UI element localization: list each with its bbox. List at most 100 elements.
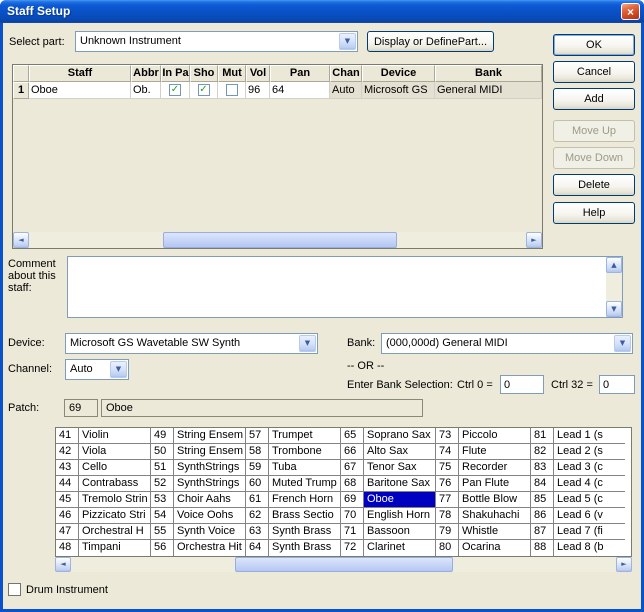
patch-cell-number[interactable]: 72 <box>341 540 364 556</box>
patch-cell-name[interactable]: SynthStrings <box>174 476 245 491</box>
staff-row[interactable]: 1 Oboe Ob. ✓ ✓ 96 64 Auto Microsoft GS G… <box>13 82 542 99</box>
column-header-mute[interactable]: Mut <box>218 65 246 82</box>
patch-cell[interactable]: 63Synth Brass <box>246 524 340 540</box>
patch-cell[interactable]: 65Soprano Sax <box>341 428 435 444</box>
drum-instrument-checkbox[interactable] <box>8 583 21 596</box>
patch-cell-number[interactable]: 65 <box>341 428 364 443</box>
staff-name-cell[interactable]: Oboe <box>29 82 131 99</box>
patch-cell-name[interactable]: Cello <box>79 460 150 475</box>
patch-cell[interactable]: 75Recorder <box>436 460 530 476</box>
patch-cell[interactable]: 78Shakuhachi <box>436 508 530 524</box>
patch-cell-name[interactable]: Orchestra Hit <box>174 540 245 556</box>
patch-cell[interactable]: 50String Ensem <box>151 444 245 460</box>
patch-cell[interactable]: 86Lead 6 (v <box>531 508 625 524</box>
device-cell[interactable]: Microsoft GS <box>362 82 435 99</box>
patch-cell-number[interactable]: 49 <box>151 428 174 443</box>
patch-cell-name[interactable]: Synth Brass <box>269 524 340 539</box>
patch-cell-name[interactable]: French Horn <box>269 492 340 507</box>
patch-cell-name[interactable]: Lead 7 (fi <box>554 524 625 539</box>
patch-cell[interactable]: 59Tuba <box>246 460 340 476</box>
help-button[interactable]: Help <box>553 202 635 224</box>
channel-cell[interactable]: Auto <box>330 82 362 99</box>
patch-cell-number[interactable]: 56 <box>151 540 174 556</box>
patch-cell-number[interactable]: 62 <box>246 508 269 523</box>
patch-cell[interactable]: 51SynthStrings <box>151 460 245 476</box>
show-checkbox[interactable]: ✓ <box>198 84 210 96</box>
patch-cell-number[interactable]: 75 <box>436 460 459 475</box>
patch-cell[interactable]: 64Synth Brass <box>246 540 340 556</box>
titlebar[interactable]: Staff Setup × <box>0 0 644 23</box>
patch-cell[interactable]: 69Oboe <box>341 492 435 508</box>
patch-cell-number[interactable]: 44 <box>56 476 79 491</box>
comment-vscrollbar[interactable]: ▲ ▼ <box>606 257 622 317</box>
patch-cell[interactable]: 62Brass Sectio <box>246 508 340 524</box>
column-header-bank[interactable]: Bank <box>435 65 542 82</box>
patch-cell-number[interactable]: 59 <box>246 460 269 475</box>
pan-cell[interactable]: 64 <box>270 82 330 99</box>
scroll-thumb[interactable] <box>235 557 453 572</box>
patch-cell-name[interactable]: Violin <box>79 428 150 443</box>
patch-cell-name[interactable]: English Horn <box>364 508 435 523</box>
cancel-button[interactable]: Cancel <box>553 61 635 83</box>
channel-combo[interactable]: Auto ▼ <box>65 359 129 380</box>
patch-cell[interactable]: 56Orchestra Hit <box>151 540 245 556</box>
patch-cell[interactable]: 68Baritone Sax <box>341 476 435 492</box>
patch-cell[interactable]: 80Ocarina <box>436 540 530 556</box>
patch-cell-number[interactable]: 64 <box>246 540 269 556</box>
patch-cell-name[interactable]: String Ensem <box>174 428 245 443</box>
select-part-dropdown-button[interactable]: ▼ <box>339 33 356 50</box>
patch-cell[interactable]: 61French Horn <box>246 492 340 508</box>
patch-cell-number[interactable]: 66 <box>341 444 364 459</box>
column-header-device[interactable]: Device <box>362 65 435 82</box>
patch-cell-number[interactable]: 48 <box>56 540 79 556</box>
scroll-thumb[interactable] <box>163 232 397 248</box>
scroll-down-button[interactable]: ▼ <box>606 301 622 317</box>
patch-cell-name[interactable]: Lead 5 (c <box>554 492 625 507</box>
patch-cell-number[interactable]: 70 <box>341 508 364 523</box>
patch-cell-number[interactable]: 80 <box>436 540 459 556</box>
patch-cell-name[interactable]: Tremolo Strin <box>79 492 150 507</box>
column-header-inpart[interactable]: In Pa <box>161 65 190 82</box>
patch-cell-name[interactable]: Alto Sax <box>364 444 435 459</box>
patch-cell-number[interactable]: 81 <box>531 428 554 443</box>
patch-cell-number[interactable]: 71 <box>341 524 364 539</box>
column-header[interactable] <box>13 65 29 82</box>
patch-cell-name[interactable]: SynthStrings <box>174 460 245 475</box>
patch-cell-name[interactable]: Trombone <box>269 444 340 459</box>
patch-cell-number[interactable]: 47 <box>56 524 79 539</box>
patch-cell-number[interactable]: 45 <box>56 492 79 507</box>
patch-cell[interactable]: 48Timpani <box>56 540 150 556</box>
patch-cell[interactable]: 85Lead 5 (c <box>531 492 625 508</box>
patch-cell[interactable]: 81Lead 1 (s <box>531 428 625 444</box>
patch-cell-number[interactable]: 42 <box>56 444 79 459</box>
patch-cell-name[interactable]: Trumpet <box>269 428 340 443</box>
patch-cell[interactable]: 43Cello <box>56 460 150 476</box>
patch-cell[interactable]: 55Synth Voice <box>151 524 245 540</box>
patch-cell-name[interactable]: Pan Flute <box>459 476 530 491</box>
comment-textarea[interactable]: ▲ ▼ <box>67 256 623 318</box>
patch-cell-number[interactable]: 74 <box>436 444 459 459</box>
patch-cell-number[interactable]: 79 <box>436 524 459 539</box>
patch-cell-number[interactable]: 73 <box>436 428 459 443</box>
column-header-chan[interactable]: Chan <box>330 65 362 82</box>
patch-cell-name[interactable]: Synth Voice <box>174 524 245 539</box>
channel-dropdown-button[interactable]: ▼ <box>110 361 127 378</box>
patch-cell-name[interactable]: Lead 1 (s <box>554 428 625 443</box>
select-part-combo[interactable]: Unknown Instrument ▼ <box>75 31 358 52</box>
ok-button[interactable]: OK <box>553 34 635 56</box>
patch-cell-number[interactable]: 58 <box>246 444 269 459</box>
patch-cell-name[interactable]: Muted Trump <box>269 476 340 491</box>
bank-combo[interactable]: (000,000d) General MIDI ▼ <box>381 333 633 354</box>
patch-cell-number[interactable]: 78 <box>436 508 459 523</box>
delete-button[interactable]: Delete <box>553 174 635 196</box>
patch-cell-number[interactable]: 52 <box>151 476 174 491</box>
scroll-right-button[interactable]: ► <box>616 557 632 572</box>
patch-cell[interactable]: 74Flute <box>436 444 530 460</box>
patch-cell[interactable]: 83Lead 3 (c <box>531 460 625 476</box>
patch-cell-number[interactable]: 60 <box>246 476 269 491</box>
patch-cell[interactable]: 73Piccolo <box>436 428 530 444</box>
ctrl32-input[interactable] <box>599 375 635 394</box>
patch-cell[interactable]: 76Pan Flute <box>436 476 530 492</box>
patch-cell[interactable]: 47Orchestral H <box>56 524 150 540</box>
patch-cell-number[interactable]: 50 <box>151 444 174 459</box>
